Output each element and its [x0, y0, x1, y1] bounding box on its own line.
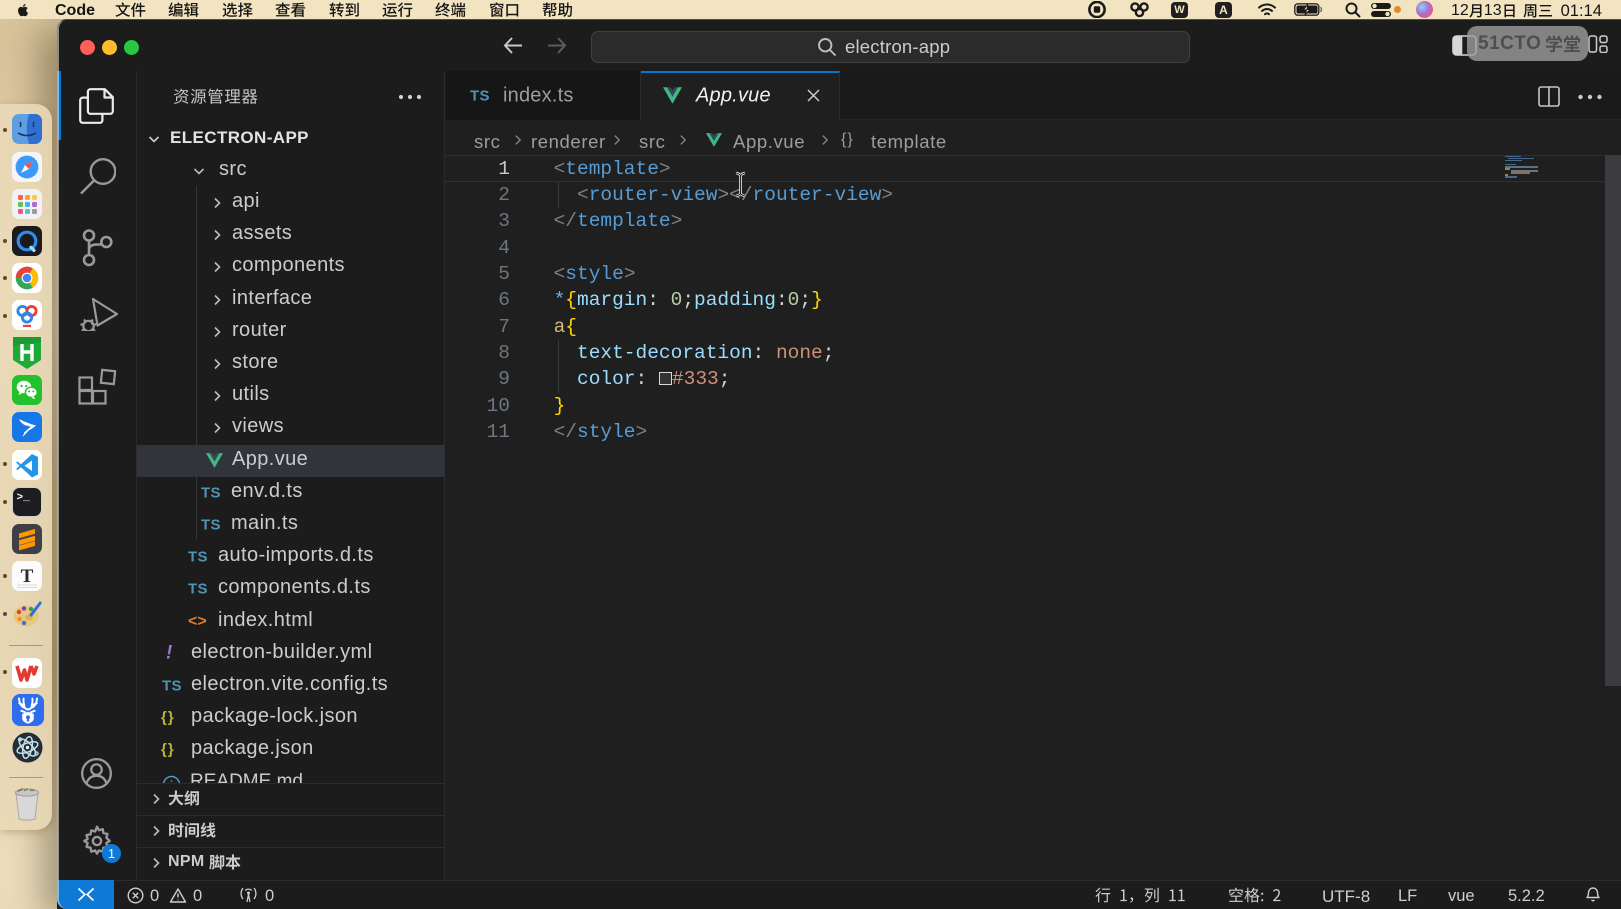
svg-text:T: T [21, 566, 34, 587]
svg-text:>_: >_ [17, 492, 31, 504]
